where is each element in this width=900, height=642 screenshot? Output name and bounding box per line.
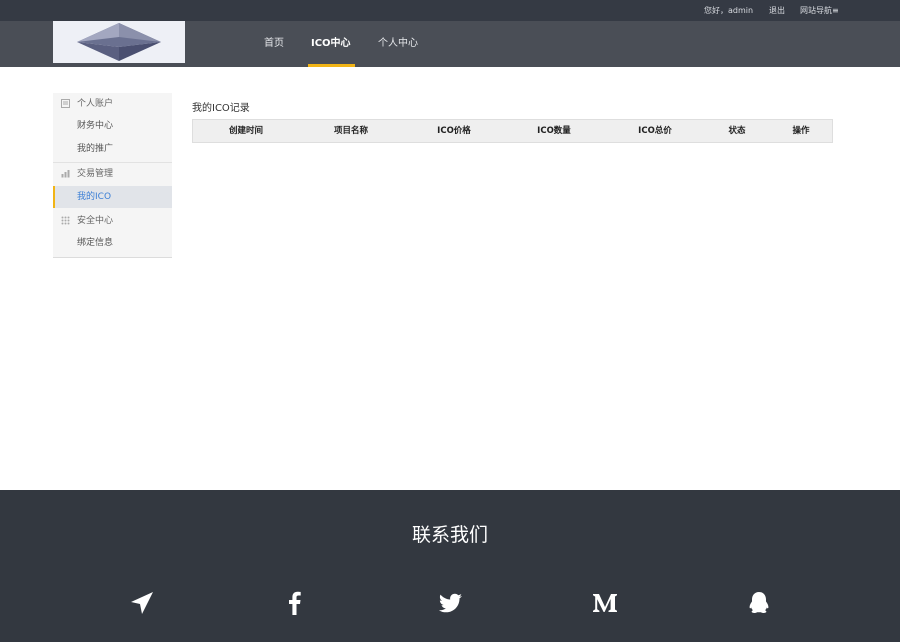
nav-active-indicator xyxy=(308,64,355,67)
sidebar-item-binding-info[interactable]: 绑定信息 xyxy=(53,232,172,254)
site-logo[interactable] xyxy=(53,21,185,63)
nav-home[interactable]: 首页 xyxy=(264,21,284,67)
sidebar-item-label: 财务中心 xyxy=(77,121,114,131)
qq-link[interactable] xyxy=(745,589,773,617)
sidebar-group-label: 交易管理 xyxy=(77,169,114,179)
footer: 联系我们 xyxy=(0,490,900,642)
logo-diamond-icon xyxy=(77,23,161,61)
user-greeting: 您好，admin xyxy=(704,6,754,15)
column-header-actions: 操作 xyxy=(792,126,810,136)
medium-link[interactable] xyxy=(591,589,619,617)
sidebar-group-label: 安全中心 xyxy=(77,216,114,226)
page-title: 我的ICO记录 xyxy=(192,103,250,114)
column-header-status: 状态 xyxy=(728,126,746,136)
facebook-icon xyxy=(289,591,301,615)
sidebar-item-my-ico[interactable]: 我的ICO xyxy=(53,186,172,208)
logout-link[interactable]: 退出 xyxy=(769,5,785,16)
sidebar-group-label: 个人账户 xyxy=(77,99,114,109)
sidebar-group-security: 安全中心 xyxy=(53,210,172,232)
user-account-icon xyxy=(61,99,70,108)
twitter-icon xyxy=(438,593,462,613)
sidebar-group-trade: 交易管理 xyxy=(53,163,172,185)
facebook-link[interactable] xyxy=(281,589,309,617)
site-nav-link[interactable]: 网站导航≡ xyxy=(800,5,839,16)
footer-title: 联系我们 xyxy=(411,524,488,546)
medium-icon xyxy=(593,594,617,612)
sidebar-item-label: 我的推广 xyxy=(77,144,114,154)
column-header-ico-quantity: ICO数量 xyxy=(537,126,571,136)
nav-ico-center[interactable]: ICO中心 xyxy=(311,21,351,67)
column-header-created-time: 创建时间 xyxy=(228,126,264,136)
grid-icon xyxy=(61,216,70,225)
sidebar-item-finance[interactable]: 财务中心 xyxy=(53,115,172,137)
column-header-project-name: 项目名称 xyxy=(333,126,369,136)
twitter-link[interactable] xyxy=(436,589,464,617)
paper-plane-icon xyxy=(131,592,153,614)
qq-icon xyxy=(749,592,769,614)
sidebar-group-account: 个人账户 xyxy=(53,93,172,115)
chart-icon xyxy=(61,170,70,178)
sidebar: 个人账户 财务中心 我的推广 交易管理 我的ICO 安全中心 绑定信息 xyxy=(53,93,172,258)
main-nav: 首页 ICO中心 个人中心 xyxy=(0,21,900,67)
sidebar-item-label: 我的ICO xyxy=(77,192,112,202)
top-bar: 您好，admin 退出 网站导航≡ xyxy=(0,0,900,21)
nav-personal-center[interactable]: 个人中心 xyxy=(378,21,418,67)
sidebar-item-promotion[interactable]: 我的推广 xyxy=(53,138,172,160)
column-header-ico-price: ICO价格 xyxy=(437,126,471,136)
ico-records-table-header: 创建时间 项目名称 ICO价格 ICO数量 ICO总价 状态 操作 xyxy=(192,119,833,143)
column-header-ico-total: ICO总价 xyxy=(638,126,672,136)
telegram-link[interactable] xyxy=(128,589,156,617)
sidebar-item-label: 绑定信息 xyxy=(77,238,114,248)
